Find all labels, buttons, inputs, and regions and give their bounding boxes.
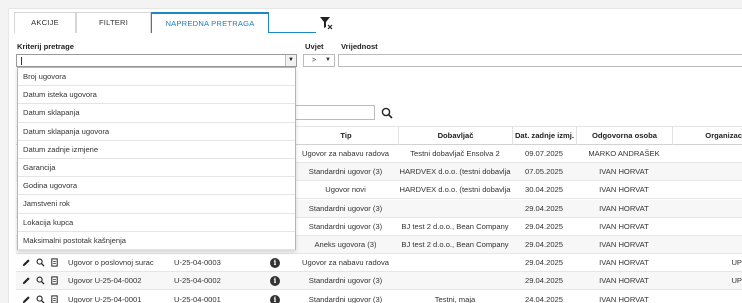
cell-datum: 09.07.2025 [524, 149, 563, 158]
cell-datum: 29.04.2025 [524, 221, 563, 231]
search-icon[interactable] [381, 107, 393, 119]
condition-value: > [312, 57, 317, 64]
info-icon[interactable]: i [270, 276, 280, 287]
cell-osoba: IVAN HORVAT [599, 221, 649, 231]
criteria-option[interactable]: Datum sklapanja [18, 104, 295, 123]
cell-organizacija [716, 291, 742, 303]
cell-tip: Ugovor za nabavu radova [302, 149, 389, 158]
cell-organizacija [716, 145, 742, 163]
cell-dobavljac: HARDVEX d.o.o. (testni dobavlja [399, 185, 511, 195]
criteria-label: Kriterij pretrage [17, 42, 74, 51]
criteria-option[interactable]: Datum isteka ugovora [18, 86, 295, 105]
cell-dobavljac: Testni dobavljač Ensolva 2 [410, 149, 500, 158]
cell-datum: 07.05.2025 [524, 167, 563, 177]
criteria-dropdown-list: Broj ugovora Datum isteka ugovora Datum sk… [17, 67, 296, 250]
cell-dobavljac: BJ test 2 d.o.o., Bean Company [401, 240, 509, 249]
column-datum[interactable]: Dat. zadnje izmj. [512, 127, 576, 145]
criteria-option[interactable]: Jamstveni rok [18, 195, 295, 214]
cell-osoba: IVAN HORVAT [599, 294, 649, 303]
cell-osoba: IVAN HORVAT [599, 203, 649, 213]
column-dobavljac[interactable]: Dobavljač [398, 127, 512, 145]
cell-datum: 29.04.2025 [524, 258, 563, 268]
cell-tip: Standardni ugovor (3) [308, 221, 383, 231]
text-caret [21, 57, 22, 65]
cell-tip: Standardni ugovor (3) [308, 203, 383, 213]
criteria-option[interactable]: Lokacija kupca [18, 214, 295, 232]
criteria-option[interactable]: Datum sklapanja ugovora [18, 123, 295, 141]
cell-tip: Standardni ugovor (3) [308, 167, 383, 177]
condition-select[interactable]: > ▼ [303, 54, 335, 67]
info-icon[interactable]: i [270, 294, 280, 303]
filter-icon[interactable] [319, 16, 333, 30]
table-search-input[interactable] [290, 105, 375, 120]
cell-datum: 30.04.2025 [524, 185, 563, 195]
cell-osoba: IVAN HORVAT [599, 167, 649, 177]
edit-icon[interactable] [22, 295, 31, 303]
cell-dobavljac: BJ test 2 d.o.o., Bean Company [401, 221, 509, 231]
cell-name: Ugovor U-25-04-0001 [68, 294, 142, 303]
cell-name: Ugovor U-25-04-0002 [68, 276, 142, 286]
cell-dobavljac: HARDVEX d.o.o. (testni dobavlja [399, 167, 511, 177]
cell-organizacija [716, 236, 742, 254]
cell-osoba: IVAN HORVAT [599, 258, 649, 268]
column-osoba[interactable]: Odgovorna osoba [576, 127, 672, 145]
criteria-option[interactable]: Garancija [18, 159, 295, 178]
cell-datum: 29.04.2025 [524, 276, 563, 286]
cell-datum: 29.04.2025 [524, 240, 563, 249]
cell-organizacija: UP [731, 276, 742, 286]
criteria-input[interactable]: ▼ [16, 54, 297, 67]
edit-icon[interactable] [22, 258, 31, 268]
criteria-option[interactable]: Godina ugovora [18, 177, 295, 196]
cell-datum: 29.04.2025 [524, 203, 563, 213]
cell-dobavljac: Testni, maja [434, 294, 476, 303]
cell-organizacija [716, 163, 742, 181]
cell-organizacija [716, 200, 742, 218]
cell-dobavljac [398, 200, 512, 218]
tab-filteri[interactable]: FILTERI [76, 12, 151, 33]
cell-number: U-25-04-0003 [174, 258, 221, 268]
cell-organizacija: UP [731, 258, 742, 268]
info-icon[interactable]: i [270, 258, 280, 269]
criteria-option[interactable]: Datum zadnje izmjene [18, 141, 295, 159]
cell-number: U-25-04-0002 [174, 276, 221, 286]
tab-napredna-pretraga[interactable]: NAPREDNA PRETRAGA [151, 12, 269, 33]
chevron-down-icon[interactable]: ▼ [285, 55, 296, 66]
value-label: Vrijednost [341, 42, 378, 51]
chevron-down-icon: ▼ [325, 57, 331, 63]
cell-tip: Ugovor novi [325, 185, 366, 195]
cell-osoba: IVAN HORVAT [599, 185, 649, 195]
column-organizacija[interactable]: Organizac [672, 127, 742, 145]
cell-tip: Standardni ugovor (3) [308, 276, 383, 286]
cell-osoba: MARKO ANDRAŠEK [588, 149, 660, 158]
cell-tip: Ugovor za nabavu radova [302, 258, 389, 268]
cell-name: Ugovor o poslovnoj surac [68, 258, 154, 268]
cell-osoba: IVAN HORVAT [599, 240, 649, 249]
criteria-option[interactable]: Broj ugovora [18, 68, 295, 87]
tab-akcije[interactable]: AKCIJE [14, 12, 76, 33]
cell-dobavljac [398, 254, 512, 272]
table-row[interactable]: i Ugovor U-25-04-0001 U-25-04-0001 Standard… [16, 290, 742, 303]
edit-icon[interactable] [22, 276, 31, 286]
cell-tip: Standardni ugovor (3) [308, 294, 383, 303]
condition-label: Uvjet [305, 42, 324, 51]
cell-tip: Aneks ugovora (3) [314, 240, 377, 249]
criteria-option[interactable]: Maksimalni postotak kašnjenja [18, 232, 295, 250]
cell-number: U-25-04-0001 [174, 294, 221, 303]
cell-organizacija [716, 181, 742, 199]
cell-datum: 24.04.2025 [524, 294, 563, 303]
column-tip[interactable]: Tip [293, 127, 398, 145]
tab-bar: AKCIJE FILTERI NAPREDNA PRETRAGA [14, 12, 316, 33]
value-input[interactable] [338, 54, 742, 67]
cell-osoba: IVAN HORVAT [599, 276, 649, 286]
cell-dobavljac [398, 272, 512, 290]
table-row[interactable]: i Ugovor o poslovnoj surac U-25-04-0003 Ugo… [16, 254, 742, 273]
cell-organizacija [716, 218, 742, 236]
table-row[interactable]: i Ugovor U-25-04-0002 U-25-04-0002 Standard… [16, 272, 742, 291]
